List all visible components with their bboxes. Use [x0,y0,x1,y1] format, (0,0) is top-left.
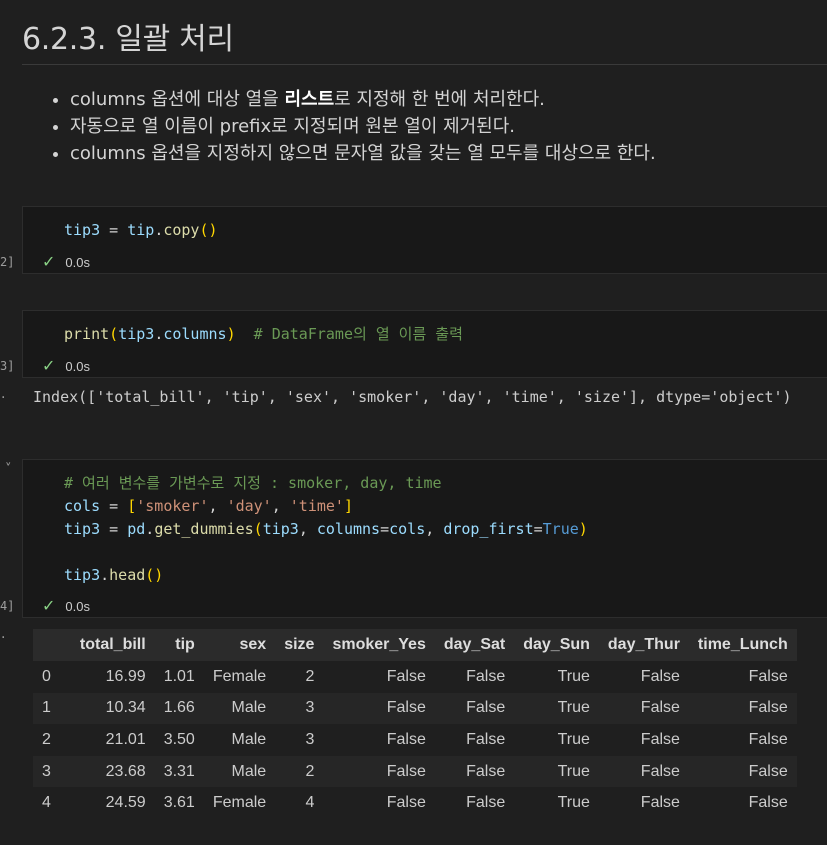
table-cell: 21.01 [70,724,155,756]
bullet-item: columns 옵션을 지정하지 않으면 문자열 값을 갖는 열 모두를 대상으… [70,140,656,167]
table-cell: True [514,692,599,725]
table-cell: True [514,755,599,788]
success-check-icon: ✓ [42,598,56,615]
output-marker: · [1,630,6,646]
column-header: day_Sun [514,629,599,661]
column-header: day_Sat [434,629,515,661]
table-cell: Male [203,724,276,756]
table-row: 2 21.01 3.50 Male 3 False False True Fal… [33,724,797,756]
table-cell: 4 [275,787,324,819]
table-cell: 1.66 [154,692,204,725]
column-header: tip [154,629,204,661]
code-line[interactable]: tip3 = tip.copy() [64,219,218,242]
table-cell: False [434,724,515,756]
table-cell: False [598,724,689,756]
success-check-icon: ✓ [42,254,56,271]
table-cell: False [323,692,435,725]
execution-count: 4] [0,599,15,613]
bullet-item: columns 옵션에 대상 열을 리스트로 지정해 한 번에 처리한다. [70,86,656,113]
cell-status: ✓ 0.0s [42,598,90,615]
table-cell: Male [203,692,276,725]
table-cell: False [434,692,515,725]
table-cell: Female [203,787,276,819]
table-cell: 23.68 [70,755,155,788]
code-line[interactable]: cols = ['smoker', 'day', 'time'] [64,495,353,518]
table-cell: 1.01 [154,661,204,693]
cell-status: ✓ 0.0s [42,254,90,271]
table-cell: False [688,787,797,819]
heading-divider [22,64,827,65]
cell-output-text: Index(['total_bill', 'tip', 'sex', 'smok… [33,388,792,406]
table-cell: 24.59 [70,787,155,819]
table-cell: True [514,787,599,819]
table-cell: False [434,787,515,819]
table-cell: True [514,661,599,693]
cell-status: ✓ 0.0s [42,358,90,375]
table-cell: False [598,755,689,788]
table-cell: False [688,661,797,693]
table-cell: False [434,755,515,788]
table-cell: 3 [275,724,324,756]
column-header: size [275,629,324,661]
table-cell: False [434,661,515,693]
table-row: 3 23.68 3.31 Male 2 False False True Fal… [33,755,797,788]
table-cell: False [688,755,797,788]
table-row: 0 16.99 1.01 Female 2 False False True F… [33,661,797,693]
column-header: smoker_Yes [323,629,435,661]
execution-count: 2] [0,255,15,269]
table-row: 4 24.59 3.61 Female 4 False False True F… [33,787,797,819]
table-cell: False [598,692,689,725]
table-cell: False [688,692,797,725]
collapse-chevron-icon[interactable]: ˅ [5,462,12,477]
table-cell: 16.99 [70,661,155,693]
section-heading: 6.2.3. 일괄 처리 [22,22,234,57]
table-cell: False [323,661,435,693]
row-index: 1 [33,692,71,725]
execution-count: 3] [0,359,15,373]
table-row: 1 10.34 1.66 Male 3 False False True Fal… [33,692,797,725]
column-header: day_Thur [598,629,689,661]
column-header: total_bill [70,629,155,661]
table-cell: False [688,724,797,756]
dataframe-output: total_bill tip sex size smoker_Yes day_S… [33,629,797,819]
table-cell: False [598,787,689,819]
code-line[interactable]: tip3.head() [64,564,163,587]
table-cell: 10.34 [70,692,155,725]
row-index: 0 [33,661,71,693]
success-check-icon: ✓ [42,358,56,375]
row-index: 4 [33,787,71,819]
code-line[interactable]: # 여러 변수를 가변수로 지정 : smoker, day, time [64,472,442,495]
table-cell: 3.61 [154,787,204,819]
output-marker: · [1,390,6,406]
table-cell: 3 [275,692,324,725]
bullet-list: columns 옵션에 대상 열을 리스트로 지정해 한 번에 처리한다. 자동… [48,86,656,167]
code-line[interactable]: tip3 = pd.get_dummies(tip3, columns=cols… [64,518,588,541]
table-cell: False [323,724,435,756]
column-header: time_Lunch [688,629,797,661]
bullet-item: 자동으로 열 이름이 prefix로 지정되며 원본 열이 제거된다. [70,113,656,140]
row-index: 2 [33,724,71,756]
table-cell: Male [203,755,276,788]
table-cell: 3.50 [154,724,204,756]
row-index: 3 [33,755,71,788]
table-cell: 3.31 [154,755,204,788]
code-line[interactable]: print(tip3.columns) # DataFrame의 열 이름 출력 [64,323,463,346]
column-header: sex [203,629,276,661]
table-header-row: total_bill tip sex size smoker_Yes day_S… [33,629,797,661]
table-cell: 2 [275,755,324,788]
column-header [33,629,71,661]
table-cell: Female [203,661,276,693]
table-cell: False [323,755,435,788]
table-cell: False [323,787,435,819]
table-cell: True [514,724,599,756]
table-cell: False [598,661,689,693]
table-cell: 2 [275,661,324,693]
